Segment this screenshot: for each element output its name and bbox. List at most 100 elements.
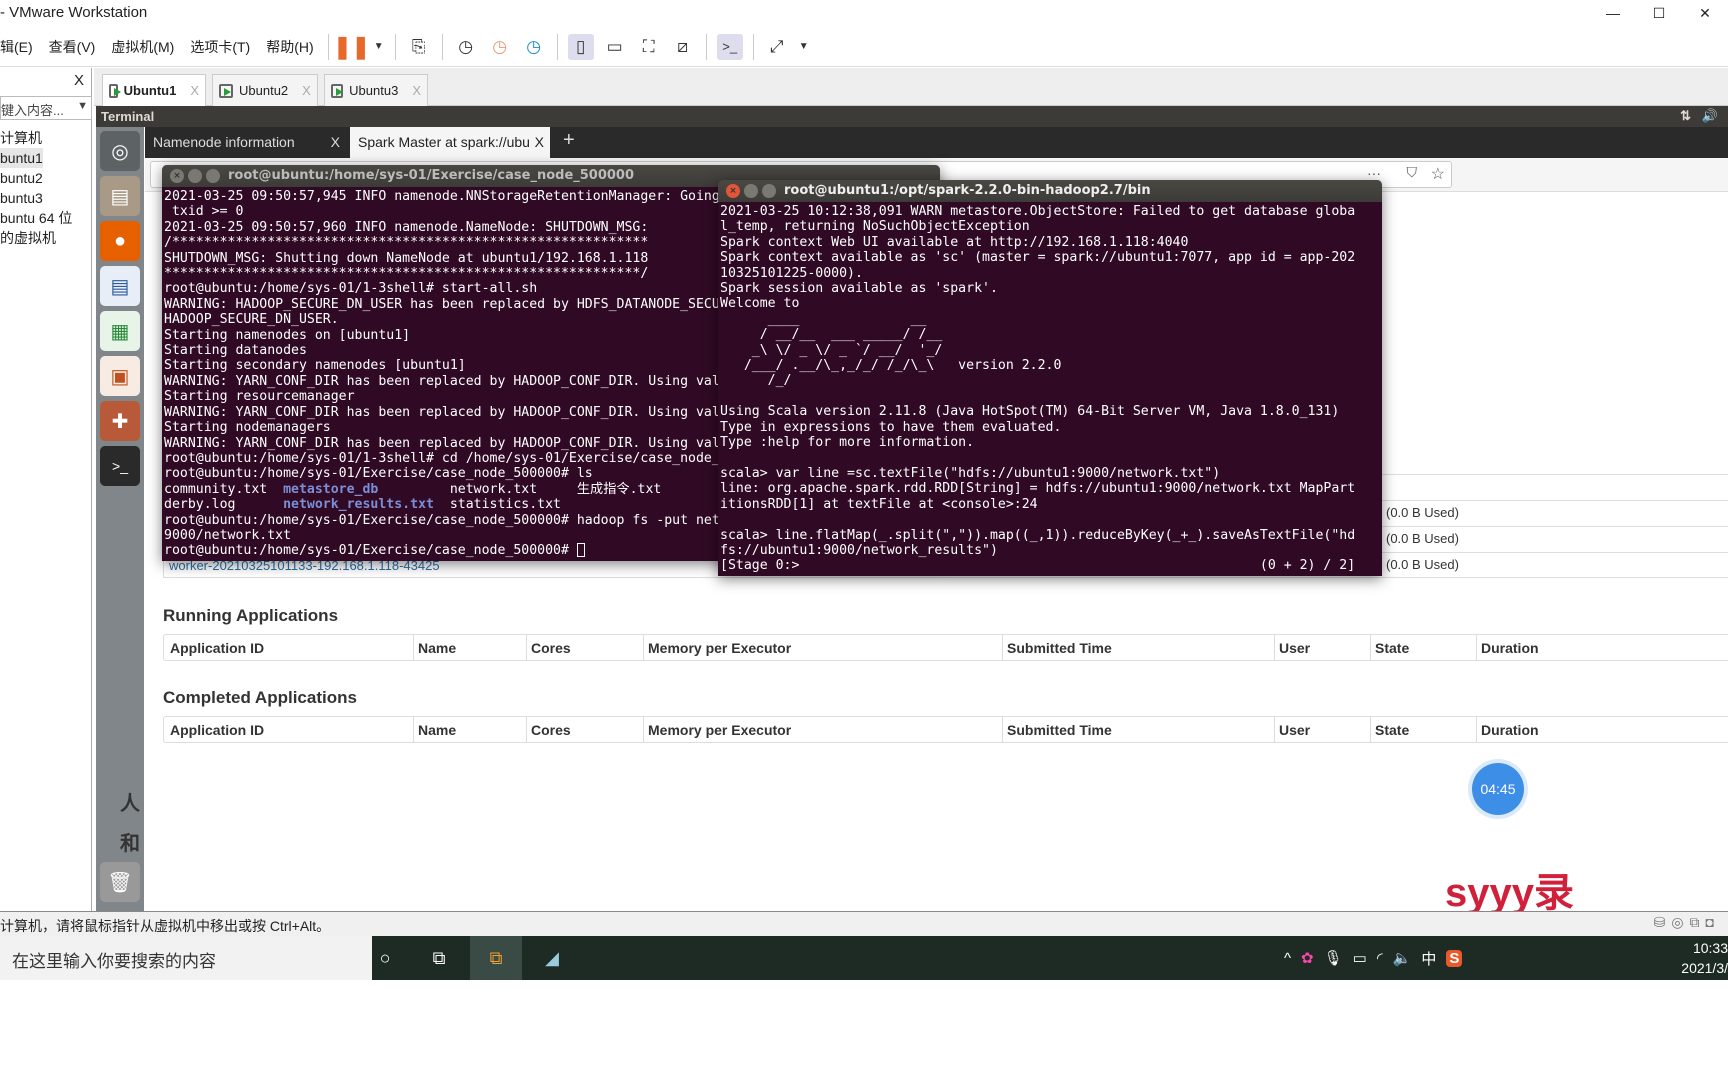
tree-item-shared-vms[interactable]: 的虚拟机 bbox=[0, 228, 72, 248]
terminal-line: fs://ubuntu1:9000/network_results") bbox=[720, 542, 998, 558]
chevron-down-icon[interactable]: ▼ bbox=[77, 100, 88, 112]
close-tab-icon[interactable]: X bbox=[412, 83, 421, 98]
col-memory[interactable]: Memory per Executor bbox=[648, 722, 791, 738]
thumbnail-view-icon[interactable]: ▭ bbox=[602, 34, 628, 60]
new-tab-button[interactable]: + bbox=[555, 127, 583, 158]
fullscreen-icon[interactable]: ⛶ bbox=[636, 34, 662, 60]
chevron-down-icon[interactable]: ▼ bbox=[798, 34, 810, 60]
col-user[interactable]: User bbox=[1279, 640, 1310, 656]
close-library-button[interactable]: X bbox=[74, 72, 84, 89]
ime-indicator[interactable]: 中 bbox=[1421, 948, 1436, 969]
col-submitted-time[interactable]: Submitted Time bbox=[1007, 640, 1112, 656]
pocket-icon[interactable]: ⛉ bbox=[1407, 164, 1418, 181]
close-tab-icon[interactable]: X bbox=[331, 134, 340, 150]
task-view-icon[interactable]: ⧉ bbox=[424, 936, 454, 980]
close-tab-icon[interactable]: X bbox=[530, 134, 544, 150]
terminal-line: 2021-03-25 10:12:38,091 WARN metastore.O… bbox=[720, 204, 1356, 219]
col-name[interactable]: Name bbox=[418, 640, 456, 656]
calc-icon[interactable]: ▦ bbox=[100, 311, 140, 351]
maximize-icon[interactable] bbox=[206, 169, 220, 183]
running-applications-heading: Running Applications bbox=[163, 606, 339, 625]
chevron-up-icon[interactable]: ^ bbox=[1284, 950, 1291, 967]
vmware-taskbar-icon[interactable]: ⧉ bbox=[470, 936, 522, 980]
snapshot-icon[interactable]: ◷ bbox=[453, 34, 479, 60]
close-button[interactable]: ✕ bbox=[1682, 0, 1728, 27]
device-icons[interactable]: ⛁◎⧉◘ bbox=[1654, 914, 1720, 931]
col-name[interactable]: Name bbox=[418, 722, 456, 738]
tree-item-ubuntu1[interactable]: buntu1 bbox=[0, 148, 43, 168]
revert-snapshot-icon[interactable]: ◷ bbox=[487, 34, 513, 60]
tab-ubuntu1[interactable]: Ubuntu1 X bbox=[102, 74, 206, 106]
col-user[interactable]: User bbox=[1279, 722, 1310, 738]
recording-timer[interactable]: 04:45 bbox=[1472, 763, 1524, 815]
volume-icon[interactable]: 🔈 bbox=[1393, 949, 1412, 967]
col-application-id[interactable]: Application ID bbox=[170, 722, 264, 738]
unity-icon[interactable]: ⧄ bbox=[670, 34, 696, 60]
tab-spark-master[interactable]: Spark Master at spark://ubu X bbox=[350, 127, 550, 158]
library-search-input[interactable]: 键入内容... ▼ bbox=[0, 96, 92, 120]
col-application-id[interactable]: Application ID bbox=[170, 640, 264, 656]
app-taskbar-icon[interactable]: ◢ bbox=[528, 936, 576, 980]
tab-ubuntu2[interactable]: Ubuntu2 X bbox=[212, 74, 318, 106]
network-icon[interactable]: ⇅ bbox=[1680, 108, 1691, 123]
clock-date: 2021/3/ bbox=[1681, 960, 1728, 976]
minimize-icon[interactable] bbox=[188, 169, 202, 183]
col-state[interactable]: State bbox=[1375, 640, 1409, 656]
trash-icon[interactable]: 🗑 bbox=[100, 862, 140, 902]
close-tab-icon[interactable]: X bbox=[302, 83, 311, 98]
cortana-icon[interactable]: ○ bbox=[372, 936, 398, 980]
app-tray-icon[interactable]: ✿ bbox=[1301, 949, 1314, 967]
tree-item-ubuntu3[interactable]: buntu3 bbox=[0, 188, 72, 208]
minimize-button[interactable]: — bbox=[1590, 0, 1636, 27]
terminal-line: Starting namenodes on [ubuntu1] bbox=[164, 327, 411, 343]
col-state[interactable]: State bbox=[1375, 722, 1409, 738]
maximize-button[interactable]: ☐ bbox=[1636, 0, 1682, 27]
maximize-icon[interactable] bbox=[762, 184, 776, 198]
col-duration[interactable]: Duration bbox=[1481, 722, 1539, 738]
send-keys-icon[interactable]: ⎘ bbox=[406, 34, 432, 60]
wifi-icon[interactable]: ◜ bbox=[1377, 949, 1383, 967]
tab-namenode-information[interactable]: Namenode information X bbox=[145, 127, 350, 158]
settings-icon[interactable]: ✚ bbox=[100, 401, 140, 441]
sogou-icon[interactable]: S bbox=[1446, 949, 1463, 967]
microphone-icon[interactable]: 🎙 bbox=[1324, 949, 1343, 967]
stretch-icon[interactable]: ⤢ bbox=[764, 34, 790, 60]
minimize-icon[interactable] bbox=[744, 184, 758, 198]
taskbar-search-input[interactable]: 在这里输入你要搜索的内容 bbox=[0, 936, 372, 980]
library-view-icon[interactable]: ▯ bbox=[567, 33, 594, 60]
chevron-down-icon[interactable]: ▼ bbox=[373, 34, 385, 60]
tree-item-my-computer[interactable]: 计算机 bbox=[0, 128, 72, 148]
console-icon[interactable]: >_ bbox=[716, 33, 743, 60]
snapshot-manager-icon[interactable]: ◷ bbox=[521, 34, 547, 60]
firefox-icon[interactable]: ● bbox=[100, 221, 140, 261]
close-tab-icon[interactable]: X bbox=[190, 83, 199, 98]
tree-item-ubuntu2[interactable]: buntu2 bbox=[0, 168, 72, 188]
col-memory[interactable]: Memory per Executor bbox=[648, 640, 791, 656]
menu-tabs[interactable]: 选项卡(T) bbox=[182, 37, 258, 57]
pause-icon[interactable]: ❚❚ bbox=[333, 34, 370, 60]
col-cores[interactable]: Cores bbox=[531, 722, 571, 738]
menu-help[interactable]: 帮助(H) bbox=[258, 37, 321, 57]
tab-ubuntu3[interactable]: Ubuntu3 X bbox=[324, 74, 428, 106]
terminal-icon[interactable]: >_ bbox=[100, 446, 140, 486]
battery-icon[interactable]: ▭ bbox=[1353, 949, 1367, 967]
menu-vm[interactable]: 虚拟机(M) bbox=[103, 37, 182, 57]
bookmark-star-icon[interactable]: ☆ bbox=[1431, 164, 1445, 184]
writer-icon[interactable]: ▤ bbox=[100, 266, 140, 306]
col-cores[interactable]: Cores bbox=[531, 640, 571, 656]
impress-icon[interactable]: ▣ bbox=[100, 356, 140, 396]
ls-dir: metastore_db bbox=[283, 481, 379, 497]
taskbar-clock[interactable]: 10:33 2021/3/ bbox=[1668, 938, 1728, 978]
close-icon[interactable]: × bbox=[726, 184, 740, 198]
menu-edit[interactable]: 辑(E) bbox=[0, 37, 41, 57]
terminal-window-spark[interactable]: × root@ubuntu1:/opt/spark-2.2.0-bin-hado… bbox=[718, 180, 1382, 576]
files-icon[interactable]: ▤ bbox=[100, 176, 140, 216]
volume-icon[interactable]: 🔊 bbox=[1702, 108, 1718, 123]
more-actions-button[interactable]: ··· bbox=[1367, 165, 1381, 181]
close-icon[interactable]: × bbox=[170, 169, 184, 183]
menu-view[interactable]: 查看(V) bbox=[41, 37, 104, 57]
col-duration[interactable]: Duration bbox=[1481, 640, 1539, 656]
col-submitted-time[interactable]: Submitted Time bbox=[1007, 722, 1112, 738]
tree-item-ubuntu64[interactable]: buntu 64 位 bbox=[0, 208, 72, 228]
ubuntu-dash-icon[interactable]: ◎ bbox=[100, 131, 140, 171]
